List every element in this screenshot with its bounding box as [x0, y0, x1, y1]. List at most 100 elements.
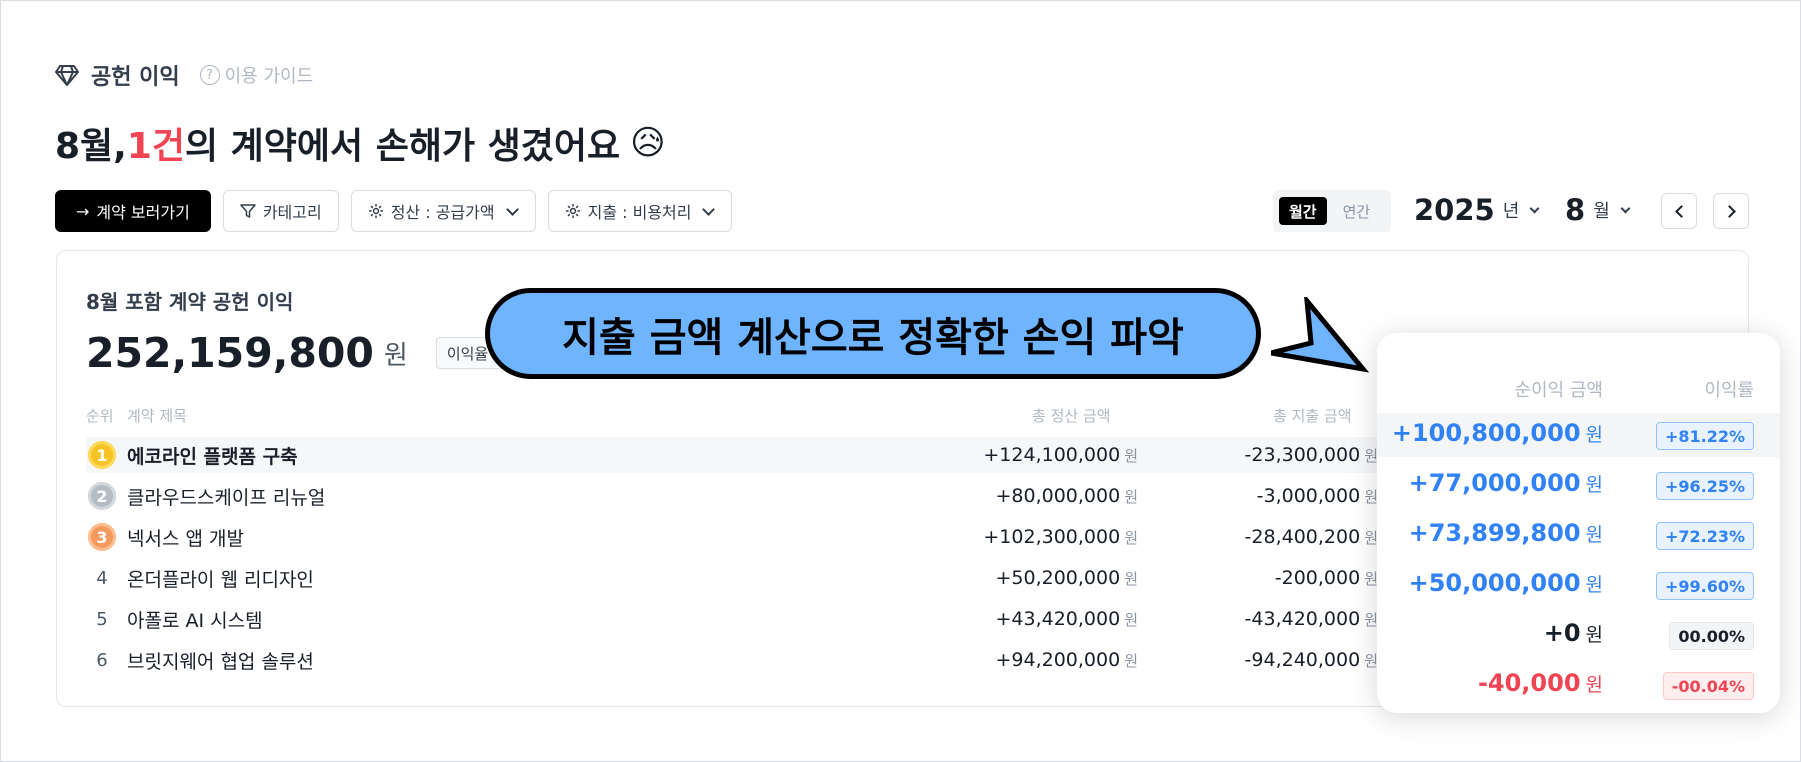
- headline-text: 의 계약에서 손해가 생겼어요: [185, 126, 621, 167]
- month-select[interactable]: 8 월: [1565, 193, 1631, 227]
- currency-unit: 원: [1364, 652, 1378, 670]
- expense-select[interactable]: 지출 : 비용처리: [547, 190, 733, 232]
- settlement-amount: +94,200,000: [995, 649, 1121, 671]
- net-profit-amount: +77,000,000: [1408, 469, 1581, 497]
- table-row[interactable]: 1 에코라인 플랫폼 구축 +124,100,000 원 -23,300,000 원: [86, 437, 1426, 473]
- table-row[interactable]: 2 클라우드스케이프 리뉴얼 +80,000,000 원 -3,000,000 원: [86, 478, 1426, 514]
- rank-cell: 2: [86, 480, 118, 512]
- contract-title: 브릿지웨어 협업 솔루션: [127, 650, 314, 673]
- currency-unit: 원: [1124, 529, 1138, 547]
- currency-unit: 원: [1585, 474, 1603, 496]
- contract-title: 온더플라이 웹 리디자인: [127, 568, 314, 591]
- chevron-down-icon: [702, 202, 716, 216]
- table-row[interactable]: 5 아폴로 AI 시스템 +43,420,000 원 -43,420,000 원: [86, 601, 1426, 637]
- currency-unit: 원: [1124, 652, 1138, 670]
- profit-row: +73,899,800 원 +72.23%: [1377, 513, 1780, 557]
- expense-label: 지출 : 비용처리: [587, 203, 692, 222]
- silver-medal-icon: 2: [88, 482, 116, 510]
- guide-link[interactable]: ? 이용 가이드: [199, 62, 314, 88]
- col-header-net-profit: 순이익 금액: [1514, 380, 1603, 401]
- col-header-title: 계약 제목: [127, 407, 187, 425]
- net-profit-cell: +73,899,800 원: [1409, 519, 1603, 547]
- section-title: 공헌 이익: [91, 65, 180, 90]
- settlement-cell: +94,200,000 원: [995, 649, 1138, 671]
- net-profit-cell: +0 원: [1544, 619, 1603, 647]
- tab-yearly[interactable]: 연간: [1333, 197, 1381, 225]
- contract-title: 에코라인 플랫폼 구축: [127, 445, 298, 468]
- expense-cell: -43,420,000 원: [1245, 608, 1378, 630]
- arrow-right-icon: →: [76, 201, 90, 221]
- profit-rate-badge: +99.60%: [1655, 572, 1754, 600]
- expense-cell: -23,300,000 원: [1245, 444, 1378, 466]
- net-profit-panel: 순이익 금액 이익률 +100,800,000 원 +81.22% +77,000…: [1377, 333, 1780, 713]
- toolbar: → 계약 보러가기 카테고리 정산 : 공급가액 지출 : 비용처리: [55, 190, 733, 232]
- year-value: 2025: [1414, 193, 1495, 227]
- expense-cell: -200,000 원: [1275, 567, 1378, 589]
- headline-month: 8월,: [55, 126, 127, 167]
- settlement-cell: +43,420,000 원: [995, 608, 1138, 630]
- currency-unit: 원: [1364, 529, 1378, 547]
- prev-month-button[interactable]: [1661, 193, 1697, 229]
- currency-unit: 원: [1364, 447, 1378, 465]
- profit-row: +0 원 00.00%: [1377, 613, 1780, 657]
- total-amount: 252,159,800: [86, 329, 374, 377]
- net-profit-cell: +77,000,000 원: [1409, 469, 1603, 497]
- settlement-cell: +124,100,000 원: [983, 444, 1138, 466]
- chevron-left-icon: [1674, 204, 1688, 218]
- table-row[interactable]: 3 넥서스 앱 개발 +102,300,000 원 -28,400,200 원: [86, 519, 1426, 555]
- currency-unit: 원: [1364, 611, 1378, 629]
- contract-title: 클라우드스케이프 리뉴얼: [127, 486, 326, 509]
- rank-cell: 3: [86, 521, 118, 553]
- settlement-cell: +80,000,000 원: [995, 485, 1138, 507]
- currency-unit: 원: [1364, 488, 1378, 506]
- expense-amount: -23,300,000: [1244, 444, 1361, 466]
- profit-row: +77,000,000 원 +96.25%: [1377, 463, 1780, 507]
- profit-rate-badge: -00.04%: [1662, 672, 1754, 700]
- profit-rate-badge: +96.25%: [1655, 472, 1754, 500]
- settlement-amount: +43,420,000: [995, 608, 1121, 630]
- expense-cell: -94,240,000 원: [1245, 649, 1378, 671]
- contract-title: 아폴로 AI 시스템: [127, 609, 263, 632]
- chevron-right-icon: [1722, 204, 1736, 218]
- chevron-down-icon: [1529, 203, 1540, 213]
- callout-bubble: 지출 금액 계산으로 정확한 손익 파악: [485, 288, 1261, 379]
- table-row[interactable]: 6 브릿지웨어 협업 솔루션 +94,200,000 원 -94,240,000 원: [86, 642, 1426, 678]
- gold-medal-icon: 1: [88, 441, 116, 469]
- total-currency: 원: [383, 340, 408, 371]
- net-profit-cell: +100,800,000 원: [1392, 419, 1603, 447]
- table-row[interactable]: 4 온더플라이 웹 리디자인 +50,200,000 원 -200,000 원: [86, 560, 1426, 596]
- profit-rate-badge: +81.22%: [1655, 422, 1754, 450]
- expense-amount: -28,400,200: [1244, 526, 1361, 548]
- gear-icon: [368, 204, 383, 218]
- chevron-down-icon: [1620, 203, 1631, 213]
- currency-unit: 원: [1124, 570, 1138, 588]
- year-select[interactable]: 2025 년: [1414, 193, 1540, 227]
- currency-unit: 원: [1585, 524, 1603, 546]
- category-filter-button[interactable]: 카테고리: [222, 190, 339, 232]
- net-profit-cell: -40,000 원: [1478, 669, 1603, 697]
- net-profit-amount: +50,000,000: [1408, 569, 1581, 597]
- expense-amount: -94,240,000: [1244, 649, 1361, 671]
- settlement-cell: +102,300,000 원: [983, 526, 1138, 548]
- help-icon: ?: [199, 65, 220, 85]
- expense-cell: -28,400,200 원: [1245, 526, 1378, 548]
- bronze-medal-icon: 3: [88, 523, 116, 551]
- next-month-button[interactable]: [1713, 193, 1749, 229]
- expense-amount: -3,000,000: [1256, 485, 1361, 507]
- settlement-amount: +50,200,000: [995, 567, 1121, 589]
- col-header-rank: 순위: [86, 407, 114, 425]
- currency-unit: 원: [1124, 488, 1138, 506]
- currency-unit: 원: [1585, 574, 1603, 596]
- category-label: 카테고리: [262, 203, 322, 222]
- net-profit-amount: +0: [1543, 619, 1581, 647]
- net-profit-amount: +73,899,800: [1408, 519, 1581, 547]
- tab-monthly[interactable]: 월간: [1279, 197, 1327, 225]
- view-contracts-button[interactable]: → 계약 보러가기: [55, 190, 211, 232]
- diamond-icon: [55, 65, 79, 86]
- guide-label: 이용 가이드: [224, 66, 314, 87]
- col-header-profit-rate: 이익률: [1704, 380, 1754, 401]
- settlement-select[interactable]: 정산 : 공급가액: [350, 190, 536, 232]
- year-unit: 년: [1502, 201, 1520, 222]
- net-profit-amount: +100,800,000: [1391, 419, 1581, 447]
- month-unit: 월: [1593, 201, 1610, 222]
